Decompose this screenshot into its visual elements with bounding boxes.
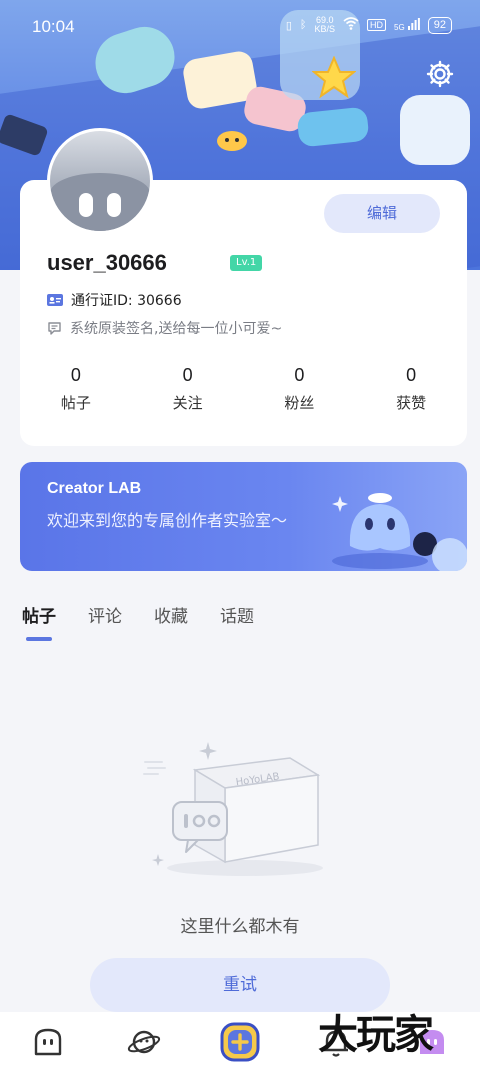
- stat-followers[interactable]: 0 粉丝: [244, 365, 356, 413]
- tab-favorites[interactable]: 收藏: [154, 602, 188, 641]
- signal-icon: 5G: [394, 17, 420, 33]
- network-speed: 69.0 KB/S: [314, 15, 336, 34]
- nav-create[interactable]: [220, 1022, 260, 1062]
- signature-row: 系统原装签名,送给每一位小可爱~: [47, 318, 282, 338]
- tab-topics[interactable]: 话题: [220, 602, 254, 641]
- id-card-icon: [47, 294, 63, 306]
- content-tabs: 帖子 评论 收藏 话题: [22, 602, 254, 641]
- capsule-machine-decoration: [400, 95, 470, 165]
- signature: 系统原装签名,送给每一位小可爱~: [70, 321, 283, 337]
- banner-description: 欢迎来到您的专属创作者实验室～: [47, 511, 288, 530]
- stats-row: 0 帖子 0 关注 0 粉丝 0 获赞: [20, 365, 467, 413]
- status-bar: 10:04 ▯ ᛒ 69.0 KB/S HD 5G 92: [0, 0, 480, 52]
- banner-title: Creator LAB: [47, 480, 142, 497]
- clock: 10:04: [32, 17, 75, 36]
- pass-id-row: 通行证ID: 30666: [47, 290, 182, 310]
- empty-box-illustration: HoYoLAB: [143, 742, 323, 876]
- level-badge: Lv.1: [230, 255, 263, 271]
- stat-likes[interactable]: 0 获赞: [355, 365, 467, 413]
- empty-message: 这里什么都木有: [180, 917, 300, 937]
- nav-home[interactable]: [28, 1022, 68, 1062]
- nav-discover[interactable]: [124, 1022, 164, 1062]
- watermark: 大玩家: [318, 1012, 434, 1058]
- pass-id[interactable]: 通行证ID: 30666: [71, 290, 182, 310]
- avatar[interactable]: [47, 128, 153, 234]
- stat-following[interactable]: 0 关注: [132, 365, 244, 413]
- comment-icon: [48, 321, 61, 335]
- bluetooth-icon: ᛒ: [299, 19, 307, 31]
- creator-lab-banner[interactable]: Creator LAB 欢迎来到您的专属创作者实验室～: [20, 462, 467, 571]
- battery-indicator: 92: [427, 16, 452, 34]
- edit-profile-button[interactable]: 编辑: [324, 194, 440, 233]
- username: user_30666: [47, 250, 167, 275]
- tab-posts[interactable]: 帖子: [22, 602, 56, 641]
- gear-icon: [426, 60, 454, 88]
- mascot-decoration: [217, 131, 247, 151]
- hd-icon: HD: [367, 19, 387, 31]
- tab-indicator: [26, 637, 52, 641]
- mascot-illustration: [332, 493, 467, 571]
- planet-icon: [127, 1030, 161, 1054]
- status-icons: ▯ ᛒ 69.0 KB/S HD 5G 92: [286, 16, 452, 34]
- stat-posts[interactable]: 0 帖子: [20, 365, 132, 413]
- wifi-icon: [343, 17, 359, 33]
- home-icon: [34, 1028, 62, 1056]
- star-icon: [312, 56, 356, 99]
- vibrate-icon: ▯: [285, 19, 292, 32]
- create-icon: [220, 1022, 260, 1062]
- tab-comments[interactable]: 评论: [88, 602, 122, 641]
- settings-button[interactable]: [426, 60, 454, 88]
